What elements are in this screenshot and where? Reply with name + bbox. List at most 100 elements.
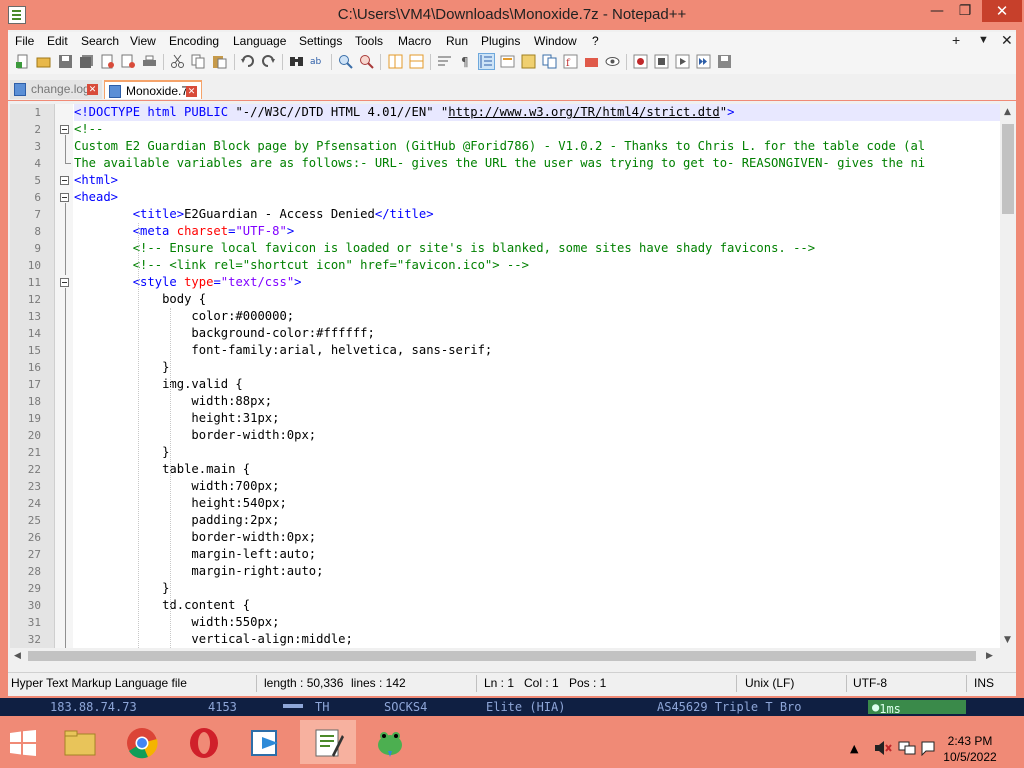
folder-as-workspace-icon[interactable] xyxy=(584,54,599,69)
close-button[interactable]: ✕ xyxy=(982,0,1022,22)
indent-guide-icon[interactable] xyxy=(478,53,495,70)
menu-macro[interactable]: Macro xyxy=(398,34,431,48)
tab-change-log[interactable]: change.log ✕ xyxy=(10,80,102,99)
save-all-icon[interactable] xyxy=(79,54,94,69)
vertical-scroll-thumb[interactable] xyxy=(1002,124,1014,214)
show-all-characters-icon[interactable]: ¶ xyxy=(458,54,473,69)
code-line[interactable]: td.content { xyxy=(74,597,250,614)
code-line[interactable]: height:540px; xyxy=(74,495,286,512)
fold-toggle-icon[interactable] xyxy=(60,125,69,134)
open-file-icon[interactable] xyxy=(36,54,51,69)
zoom-out-icon[interactable] xyxy=(359,54,374,69)
undo-icon[interactable] xyxy=(240,54,255,69)
code-line[interactable]: table.main { xyxy=(74,461,250,478)
fold-toggle-icon[interactable] xyxy=(60,278,69,287)
playback-macro-icon[interactable] xyxy=(675,54,690,69)
code-line[interactable]: <html> xyxy=(74,172,118,189)
code-line[interactable]: width:88px; xyxy=(74,393,272,410)
file-explorer-task[interactable] xyxy=(52,720,108,764)
copy-icon[interactable] xyxy=(191,54,206,69)
menu-view[interactable]: View xyxy=(130,34,156,48)
notepad-plus-plus-task[interactable] xyxy=(300,720,356,764)
stop-recording-icon[interactable] xyxy=(654,54,669,69)
monitoring-icon[interactable] xyxy=(605,54,620,69)
maximize-button[interactable]: ❐ xyxy=(952,0,978,22)
code-line[interactable]: <style type="text/css"> xyxy=(74,274,302,291)
menu-language[interactable]: Language xyxy=(233,34,286,48)
app-task[interactable] xyxy=(238,720,294,764)
code-line[interactable]: border-width:0px; xyxy=(74,427,316,444)
chrome-task[interactable] xyxy=(114,720,170,764)
word-wrap-icon[interactable] xyxy=(437,54,452,69)
code-line[interactable]: <!-- <link rel="shortcut icon" href="fav… xyxy=(74,257,529,274)
menu-window[interactable]: Window xyxy=(534,34,577,48)
sync-vertical-icon[interactable] xyxy=(388,54,403,69)
code-line[interactable]: <!-- xyxy=(74,121,103,138)
menu-run[interactable]: Run xyxy=(446,34,468,48)
windows-start-icon[interactable] xyxy=(10,730,36,756)
redo-icon[interactable] xyxy=(261,54,276,69)
code-line[interactable]: margin-right:auto; xyxy=(74,563,323,580)
record-macro-icon[interactable] xyxy=(633,54,648,69)
menu-settings[interactable]: Settings xyxy=(299,34,342,48)
code-line[interactable]: font-family:arial, helvetica, sans-serif… xyxy=(74,342,492,359)
vertical-scrollbar[interactable]: ▲ ▼ xyxy=(1000,104,1016,648)
tab-list-dropdown[interactable]: ▼ xyxy=(978,34,989,46)
code-line[interactable]: Custom E2 Guardian Block page by Pfsensa… xyxy=(74,138,925,155)
code-line[interactable]: <!DOCTYPE html PUBLIC "-//W3C//DTD HTML … xyxy=(74,104,734,121)
user-defined-language-icon[interactable] xyxy=(500,54,515,69)
scroll-right-icon[interactable]: ▶ xyxy=(986,651,993,661)
code-line[interactable]: padding:2px; xyxy=(74,512,279,529)
run-macro-multiple-icon[interactable] xyxy=(696,54,711,69)
scroll-left-icon[interactable]: ◀ xyxy=(14,651,21,661)
code-line[interactable]: background-color:#ffffff; xyxy=(74,325,374,342)
code-line[interactable]: height:31px; xyxy=(74,410,279,427)
code-line[interactable]: width:550px; xyxy=(74,614,279,631)
close-file-icon[interactable] xyxy=(100,54,115,69)
opera-task[interactable] xyxy=(176,720,232,764)
save-macro-icon[interactable] xyxy=(717,54,732,69)
cut-icon[interactable] xyxy=(170,54,185,69)
network-icon[interactable] xyxy=(898,740,916,756)
scroll-up-icon[interactable]: ▲ xyxy=(1004,107,1011,117)
save-icon[interactable] xyxy=(58,54,73,69)
zoom-in-icon[interactable] xyxy=(338,54,353,69)
code-editor[interactable]: 1 2 3 4 5 6 7 8 9 10 11 12 13 14 15 16 17 18 19 20 21 22 23 24 2… xyxy=(10,104,1016,648)
code-line[interactable]: <head> xyxy=(74,189,118,206)
find-icon[interactable] xyxy=(289,54,304,69)
document-list-icon[interactable] xyxy=(542,54,557,69)
code-line[interactable]: border-width:0px; xyxy=(74,529,316,546)
menu-edit[interactable]: Edit xyxy=(47,34,68,48)
menu-file[interactable]: File xyxy=(15,34,34,48)
code-line[interactable]: body { xyxy=(74,291,206,308)
tab-close-icon[interactable]: ✕ xyxy=(87,84,98,95)
code-line[interactable]: The available variables are as follows:-… xyxy=(74,155,925,172)
new-file-icon[interactable] xyxy=(15,54,30,69)
horizontal-scrollbar[interactable]: ◀ ▶ xyxy=(10,648,1000,664)
new-tab-button[interactable]: + xyxy=(952,32,960,48)
close-document-button[interactable]: ✕ xyxy=(1001,32,1013,49)
code-line[interactable]: <!-- Ensure local favicon is loaded or s… xyxy=(74,240,815,257)
menu-tools[interactable]: Tools xyxy=(355,34,383,48)
menu-plugins[interactable]: Plugins xyxy=(481,34,520,48)
menu-help[interactable]: ? xyxy=(592,34,599,48)
show-hidden-icons-icon[interactable]: ▲ xyxy=(850,742,858,755)
sync-horizontal-icon[interactable] xyxy=(409,54,424,69)
horizontal-scroll-thumb[interactable] xyxy=(28,651,976,661)
clock-time[interactable]: 2:43 PM xyxy=(930,734,1010,748)
fold-toggle-icon[interactable] xyxy=(60,193,69,202)
replace-icon[interactable]: ab xyxy=(310,54,325,69)
menu-encoding[interactable]: Encoding xyxy=(169,34,219,48)
code-line[interactable]: } xyxy=(74,580,169,597)
frog-app-task[interactable] xyxy=(362,720,418,764)
paste-icon[interactable] xyxy=(212,54,227,69)
code-line[interactable]: color:#000000; xyxy=(74,308,294,325)
volume-muted-icon[interactable] xyxy=(874,740,892,756)
tab-close-icon[interactable]: ✕ xyxy=(186,86,197,97)
fold-toggle-icon[interactable] xyxy=(60,176,69,185)
code-line[interactable]: <title>E2Guardian - Access Denied</title… xyxy=(74,206,434,223)
code-line[interactable]: <meta charset="UTF-8"> xyxy=(74,223,294,240)
code-line[interactable]: margin-left:auto; xyxy=(74,546,316,563)
print-icon[interactable] xyxy=(142,54,157,69)
document-map-icon[interactable] xyxy=(521,54,536,69)
